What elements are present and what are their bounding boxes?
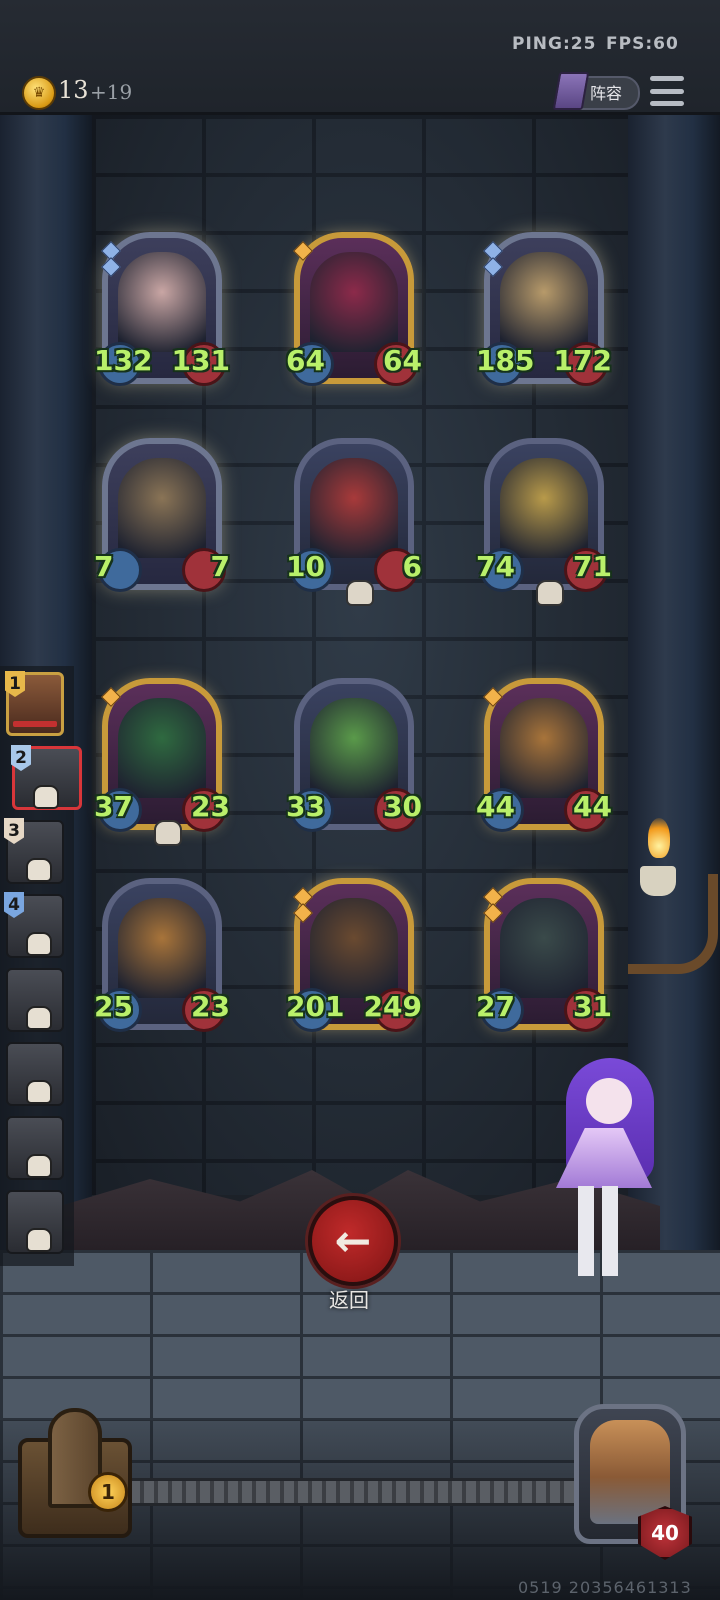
slot-number-badge: 3: [4, 818, 24, 844]
hero-attack: 37: [94, 790, 133, 823]
hero-portrait: [310, 698, 398, 798]
hero-health: 7: [210, 550, 230, 583]
hero-health: 131: [171, 344, 230, 377]
hero-card[interactable]: 37 23: [94, 678, 230, 846]
hero-portrait: [118, 698, 206, 798]
hero-health: 64: [383, 344, 422, 377]
lineup-label[interactable]: 阵容: [590, 80, 622, 104]
hero-health: 30: [383, 790, 422, 823]
slot-number-badge: 2: [11, 745, 31, 771]
roster-slot[interactable]: 3: [4, 818, 64, 884]
slot-number-badge: 4: [4, 892, 24, 918]
hero-card[interactable]: 27 31: [476, 878, 612, 1032]
hero-portrait: [310, 458, 398, 558]
hero-attack: 25: [94, 990, 133, 1023]
roster-slot[interactable]: [6, 968, 64, 1032]
hero-portrait: [500, 252, 588, 352]
hero-card[interactable]: 33 30: [286, 678, 422, 832]
skull-icon: [26, 1006, 52, 1030]
hero-portrait: [310, 898, 398, 998]
roster-slot[interactable]: [6, 1116, 64, 1180]
hero-attack: 201: [286, 990, 345, 1023]
build-id-text: 0519 20356461313: [518, 1578, 692, 1597]
arrow-left-icon: ←: [334, 1215, 372, 1267]
hero-health: 249: [363, 990, 422, 1023]
hero-attack: 64: [286, 344, 325, 377]
skull-icon: [26, 932, 52, 956]
assistant-character-face: [586, 1078, 632, 1124]
player-hero-portrait[interactable]: [590, 1420, 670, 1524]
roster-slot[interactable]: 1: [5, 671, 64, 736]
hero-card[interactable]: 201 249: [286, 878, 422, 1032]
hero-attack: 74: [476, 550, 515, 583]
hero-portrait: [500, 458, 588, 558]
skull-icon: [26, 858, 52, 882]
menu-icon[interactable]: [650, 76, 684, 106]
hero-card[interactable]: 185 172: [476, 232, 612, 386]
fps-readout: FPS:60: [606, 34, 679, 54]
hero-health: 172: [553, 344, 612, 377]
hero-health: 71: [573, 550, 612, 583]
gold-income: +19: [90, 80, 133, 104]
slot-number-badge: 1: [5, 671, 25, 697]
tavern-level-badge: 1: [88, 1472, 128, 1512]
skull-icon: [26, 1154, 52, 1178]
hero-portrait: [310, 252, 398, 352]
hero-portrait: [500, 698, 588, 798]
ping-readout: PING:25: [512, 34, 597, 54]
roster-slot[interactable]: [6, 1190, 64, 1254]
hero-portrait: [500, 898, 588, 998]
skull-icon: [26, 1228, 52, 1252]
slot-health-bar: [13, 721, 57, 727]
hero-card[interactable]: 77: [94, 438, 230, 592]
hero-card[interactable]: 64 64: [286, 232, 422, 386]
roster-slot[interactable]: 4: [4, 892, 64, 958]
roster-slot[interactable]: [6, 1042, 64, 1106]
hero-portrait: [118, 252, 206, 352]
return-label[interactable]: 返回: [318, 1284, 380, 1313]
hero-health: 23: [191, 790, 230, 823]
hero-health: 31: [573, 990, 612, 1023]
progress-road: [130, 1478, 590, 1506]
skull-icon: [346, 580, 374, 606]
hero-attack: 44: [476, 790, 515, 823]
torch-cup: [640, 866, 676, 896]
hero-card[interactable]: 74 71: [476, 438, 612, 606]
roster-slot[interactable]: 2: [11, 745, 82, 810]
hero-card[interactable]: 132 131: [94, 232, 230, 386]
hero-attack: 33: [286, 790, 325, 823]
hero-card[interactable]: 44 44: [476, 678, 612, 832]
hero-attack: 185: [476, 344, 535, 377]
hero-health: 44: [573, 790, 612, 823]
hero-attack: 7: [94, 550, 114, 583]
hero-attack: 10: [286, 550, 325, 583]
hero-attack: 132: [94, 344, 153, 377]
hero-card[interactable]: 25 23: [94, 878, 230, 1032]
hero-portrait: [118, 458, 206, 558]
hero-health: 6: [402, 550, 422, 583]
skull-icon: [154, 820, 182, 846]
skull-icon: [536, 580, 564, 606]
skull-icon: [33, 785, 59, 809]
tavern-button[interactable]: 1: [8, 1408, 142, 1542]
hero-attack: 27: [476, 990, 515, 1023]
hero-portrait: [118, 898, 206, 998]
hero-health: 23: [191, 990, 230, 1023]
torch-flame-icon: [648, 818, 670, 858]
assistant-character-legs: [578, 1186, 618, 1276]
hero-card[interactable]: 10 6: [286, 438, 422, 606]
gold-amount: 13: [58, 76, 89, 104]
gold-coin-icon: ♛: [22, 76, 56, 110]
return-button[interactable]: ←: [308, 1196, 398, 1286]
skull-icon: [26, 1080, 52, 1104]
